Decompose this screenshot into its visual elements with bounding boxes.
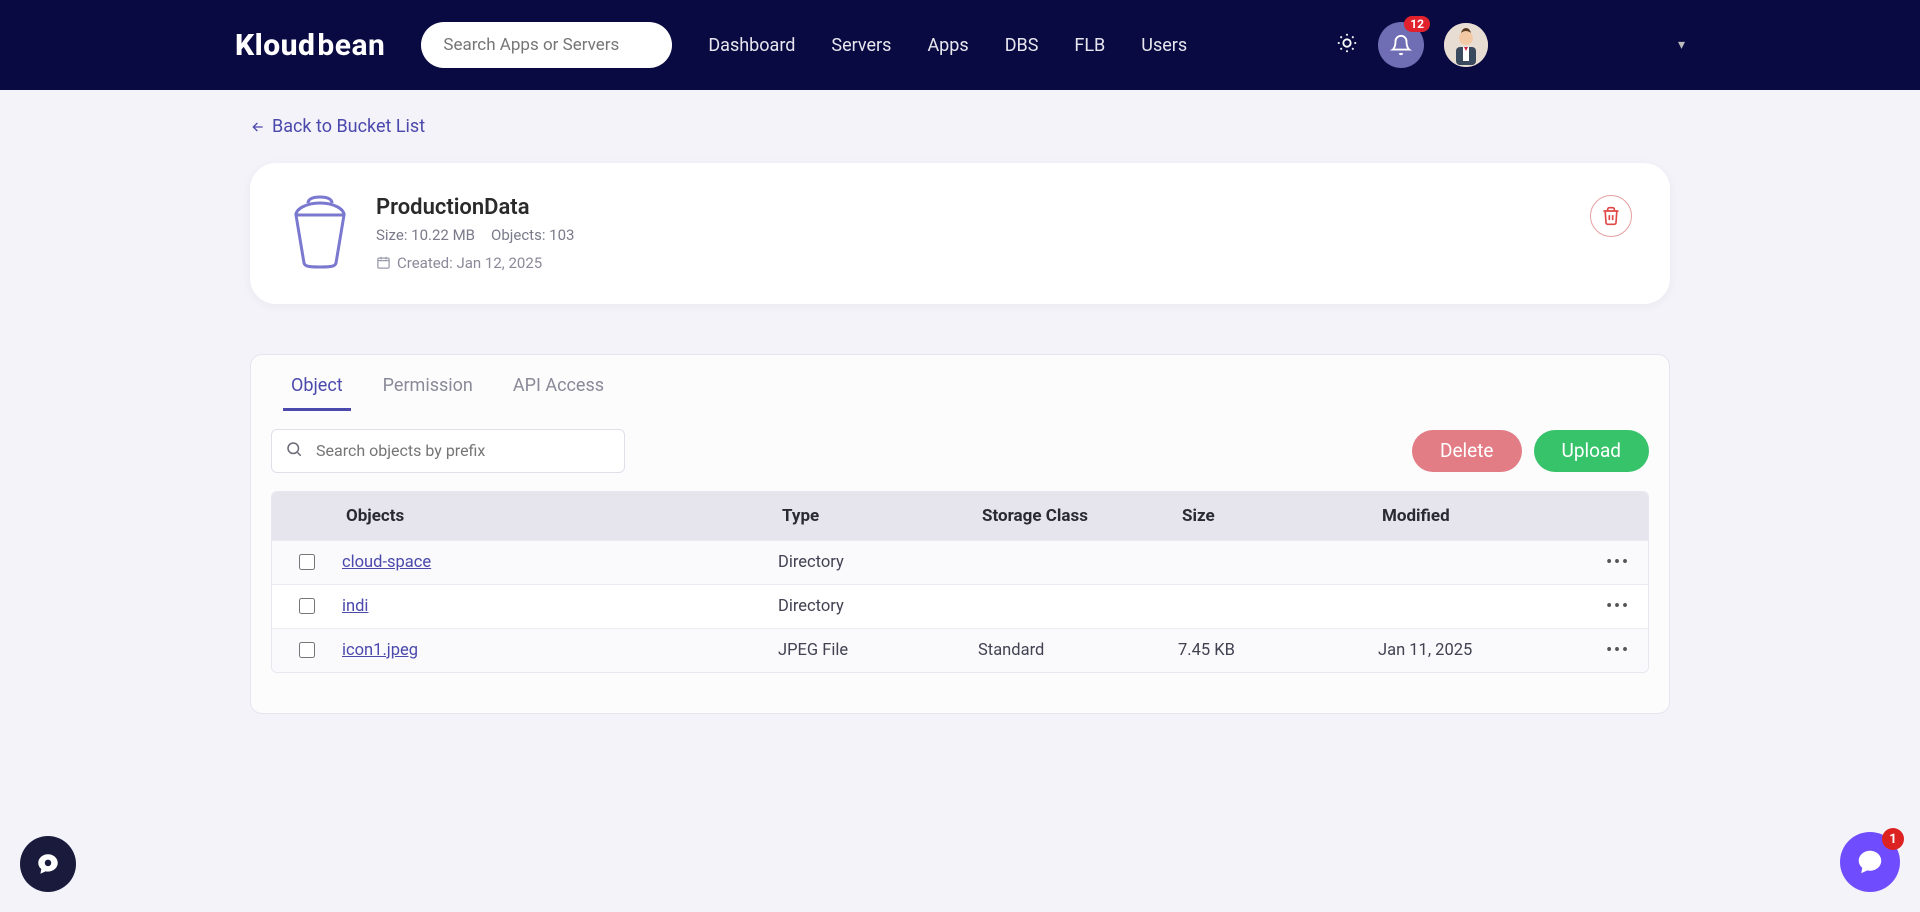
cell-modified: Jan 11, 2025 — [1378, 641, 1588, 660]
theme-toggle-icon[interactable] — [1336, 32, 1358, 58]
global-search-input[interactable] — [421, 22, 672, 68]
back-link-label: Back to Bucket List — [272, 116, 425, 137]
main: Back to Bucket List ProductionData Size:… — [0, 90, 1920, 714]
messages-button[interactable]: 1 — [1840, 832, 1900, 892]
header-storage: Storage Class — [978, 506, 1178, 526]
nav-servers[interactable]: Servers — [831, 35, 891, 56]
row-checkbox[interactable] — [299, 554, 315, 570]
nav-dbs[interactable]: DBS — [1005, 35, 1039, 56]
header-modified: Modified — [1378, 506, 1588, 526]
tab-api-access[interactable]: API Access — [511, 369, 606, 410]
user-avatar[interactable] — [1444, 23, 1488, 67]
account-caret-icon[interactable]: ▾ — [1678, 37, 1685, 53]
chat-bubble-icon — [35, 851, 61, 877]
row-actions-icon[interactable]: ••• — [1588, 553, 1648, 572]
nav-flb[interactable]: FLB — [1074, 35, 1105, 56]
object-search — [271, 429, 625, 473]
object-link[interactable]: cloud-space — [342, 553, 431, 572]
brand-logo[interactable]: Kloudbean — [235, 28, 385, 63]
back-link[interactable]: Back to Bucket List — [250, 116, 425, 137]
bucket-created-label: Created: Jan 12, 2025 — [397, 254, 542, 272]
avatar-icon — [1444, 23, 1488, 67]
object-link[interactable]: icon1.jpeg — [342, 641, 418, 660]
cell-type: JPEG File — [778, 641, 978, 660]
nav-links: Dashboard Servers Apps DBS FLB Users — [708, 35, 1187, 56]
action-buttons: Delete Upload — [1412, 430, 1649, 472]
object-link[interactable]: indi — [342, 597, 368, 616]
cell-type: Directory — [778, 597, 978, 616]
tabs: Object Permission API Access — [251, 355, 1669, 411]
bucket-size: Size: 10.22 MB — [376, 226, 475, 244]
table-header: Objects Type Storage Class Size Modified — [272, 492, 1648, 540]
bucket-name: ProductionData — [376, 195, 574, 220]
row-checkbox[interactable] — [299, 642, 315, 658]
brand-text-b: bean — [317, 28, 385, 63]
cell-storage: Standard — [978, 641, 1178, 660]
cell-type: Directory — [778, 553, 978, 572]
bucket-text: ProductionData Size: 10.22 MB Objects: 1… — [376, 195, 574, 272]
objects-panel: Object Permission API Access Delete Uplo… — [250, 354, 1670, 714]
tab-permission[interactable]: Permission — [381, 369, 475, 410]
header-type: Type — [778, 506, 978, 526]
table-row: cloud-space Directory ••• — [272, 540, 1648, 584]
bucket-created: Created: Jan 12, 2025 — [376, 254, 574, 272]
object-search-input[interactable] — [271, 429, 625, 473]
table-row: indi Directory ••• — [272, 584, 1648, 628]
header-actions — [1588, 506, 1648, 526]
arrow-left-icon — [250, 119, 266, 135]
cell-size: 7.45 KB — [1178, 641, 1378, 660]
bell-icon — [1390, 34, 1412, 56]
row-actions-icon[interactable]: ••• — [1588, 641, 1648, 660]
header-checkbox — [272, 506, 342, 526]
bucket-objects: Objects: 103 — [491, 226, 574, 244]
header-size: Size — [1178, 506, 1378, 526]
tab-object[interactable]: Object — [289, 369, 345, 410]
brand-text-a: Kloud — [235, 28, 315, 63]
controls: Delete Upload — [251, 411, 1669, 491]
calendar-icon — [376, 255, 391, 270]
notifications-badge: 12 — [1404, 16, 1430, 32]
bucket-head: ProductionData Size: 10.22 MB Objects: 1… — [288, 195, 574, 272]
messages-badge: 1 — [1882, 828, 1904, 850]
row-actions-icon[interactable]: ••• — [1588, 597, 1648, 616]
nav-dashboard[interactable]: Dashboard — [708, 35, 795, 56]
nav-apps[interactable]: Apps — [927, 35, 968, 56]
bucket-summary-card: ProductionData Size: 10.22 MB Objects: 1… — [250, 163, 1670, 304]
bucket-icon — [288, 195, 352, 269]
notifications-button[interactable]: 12 — [1378, 22, 1424, 68]
trash-icon — [1601, 206, 1621, 226]
header-objects: Objects — [342, 506, 778, 526]
upload-button[interactable]: Upload — [1534, 430, 1650, 472]
search-icon — [285, 440, 303, 462]
row-checkbox[interactable] — [299, 598, 315, 614]
delete-bucket-button[interactable] — [1590, 195, 1632, 237]
table-row: icon1.jpeg JPEG File Standard 7.45 KB Ja… — [272, 628, 1648, 672]
objects-table: Objects Type Storage Class Size Modified… — [271, 491, 1649, 673]
nav-right: 12 ▾ — [1336, 22, 1685, 68]
nav-users[interactable]: Users — [1141, 35, 1187, 56]
bucket-meta: Size: 10.22 MB Objects: 103 — [376, 226, 574, 244]
top-nav: Kloudbean Dashboard Servers Apps DBS FLB… — [0, 0, 1920, 90]
delete-button[interactable]: Delete — [1412, 430, 1522, 472]
global-search — [421, 22, 672, 68]
support-chat-button[interactable] — [20, 836, 76, 892]
message-icon — [1855, 847, 1885, 877]
